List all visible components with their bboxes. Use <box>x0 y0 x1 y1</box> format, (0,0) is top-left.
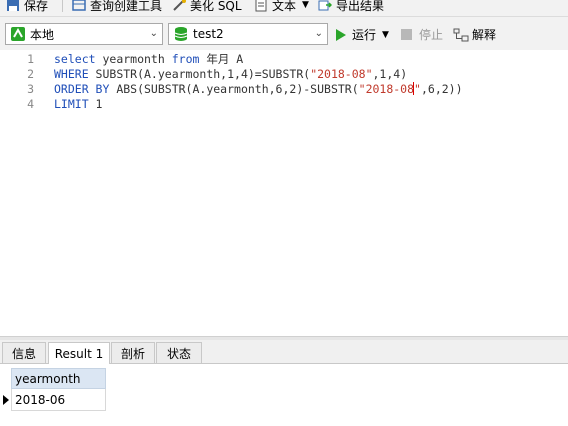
explain-icon <box>453 28 469 42</box>
tab-result-1[interactable]: Result 1 <box>48 342 110 364</box>
text-button[interactable]: 文本 ▼ <box>254 0 309 15</box>
chevron-down-icon: ⌄ <box>314 28 323 39</box>
toolbar-divider <box>62 0 63 12</box>
database-select[interactable]: test2 ⌄ <box>168 23 328 45</box>
keyword: ORDER BY <box>54 82 110 96</box>
code-text: ABS(SUBSTR(A.yearmonth,6,2)-SUBSTR( <box>109 82 359 96</box>
export-results-button[interactable]: 导出结果 <box>318 0 384 15</box>
code-text: yearmonth <box>95 52 172 66</box>
stop-button[interactable]: 停止 <box>401 26 443 43</box>
code-text: ,6,2)) <box>420 82 463 96</box>
stop-label: 停止 <box>419 28 444 42</box>
explain-label: 解释 <box>472 28 497 42</box>
save-label: 保存 <box>24 0 49 13</box>
save-icon <box>6 0 20 12</box>
string-literal: " <box>414 82 421 96</box>
code-line-4: LIMIT 1 <box>54 97 102 112</box>
line-number: 2 <box>27 67 34 81</box>
code-line-2: WHERE SUBSTR(A.yearmonth,1,4)=SUBSTR("20… <box>54 67 407 82</box>
code-text: 年月 A <box>199 52 244 66</box>
document-icon <box>254 0 268 12</box>
connection-bar: 本地 ⌄ test2 ⌄ 运行 ▼ 停止 解释 <box>0 17 568 50</box>
export-label: 导出结果 <box>336 0 385 13</box>
tab-info[interactable]: 信息 <box>2 342 46 363</box>
tab-status[interactable]: 状态 <box>156 342 202 363</box>
sql-editor[interactable]: 1 2 3 4 select yearmonth from 年月 A WHERE… <box>0 50 568 336</box>
result-tabs: 信息 Result 1 剖析 状态 <box>0 340 568 364</box>
query-builder-button[interactable]: 查询创建工具 <box>72 0 162 15</box>
line-number: 4 <box>27 97 34 111</box>
run-button[interactable]: 运行 ▼ <box>336 26 389 43</box>
connection-value: 本地 <box>30 27 55 42</box>
keyword: LIMIT <box>54 97 89 111</box>
connection-icon <box>10 26 26 42</box>
column-header-yearmonth[interactable]: yearmonth <box>11 368 106 389</box>
main-toolbar: 保存 查询创建工具 美化 SQL 文本 ▼ 导出结果 <box>0 0 568 17</box>
stop-icon <box>401 29 412 40</box>
keyword: select <box>54 52 96 66</box>
run-label: 运行 <box>352 28 377 42</box>
tab-profile[interactable]: 剖析 <box>111 342 155 363</box>
beautify-label: 美化 SQL <box>190 0 242 13</box>
chevron-down-icon: ▼ <box>302 0 309 10</box>
string-literal: "2018-08 <box>358 82 415 96</box>
play-icon <box>336 28 346 41</box>
keyword: WHERE <box>54 67 89 81</box>
save-button[interactable]: 保存 <box>6 0 48 15</box>
line-number: 3 <box>27 82 34 96</box>
beautify-icon <box>172 0 186 12</box>
text-label: 文本 <box>272 0 297 13</box>
chevron-down-icon: ▼ <box>382 29 389 40</box>
beautify-sql-button[interactable]: 美化 SQL <box>172 0 242 15</box>
table-cell[interactable]: 2018-06 <box>11 389 106 411</box>
code-text: SUBSTR(A.yearmonth,1,4)=SUBSTR( <box>88 67 311 81</box>
string-literal: "2018-08" <box>310 67 373 81</box>
keyword: from <box>171 52 200 66</box>
chevron-down-icon: ⌄ <box>149 28 158 39</box>
query-builder-label: 查询创建工具 <box>90 0 163 13</box>
code-line-3: ORDER BY ABS(SUBSTR(A.yearmonth,6,2)-SUB… <box>54 82 463 97</box>
explain-button[interactable]: 解释 <box>453 26 496 43</box>
connection-select[interactable]: 本地 ⌄ <box>5 23 163 45</box>
database-value: test2 <box>193 27 224 41</box>
result-grid: yearmonth 2018-06 <box>0 364 568 426</box>
line-number: 1 <box>27 52 34 66</box>
query-builder-icon <box>72 0 86 12</box>
code-text: ,1,4) <box>372 67 408 81</box>
current-row-indicator-icon <box>3 395 9 405</box>
line-number-gutter: 1 2 3 4 <box>0 50 40 336</box>
export-icon <box>318 0 333 12</box>
database-icon <box>173 26 189 42</box>
code-text: 1 <box>88 97 103 111</box>
code-line-1: select yearmonth from 年月 A <box>54 52 243 67</box>
